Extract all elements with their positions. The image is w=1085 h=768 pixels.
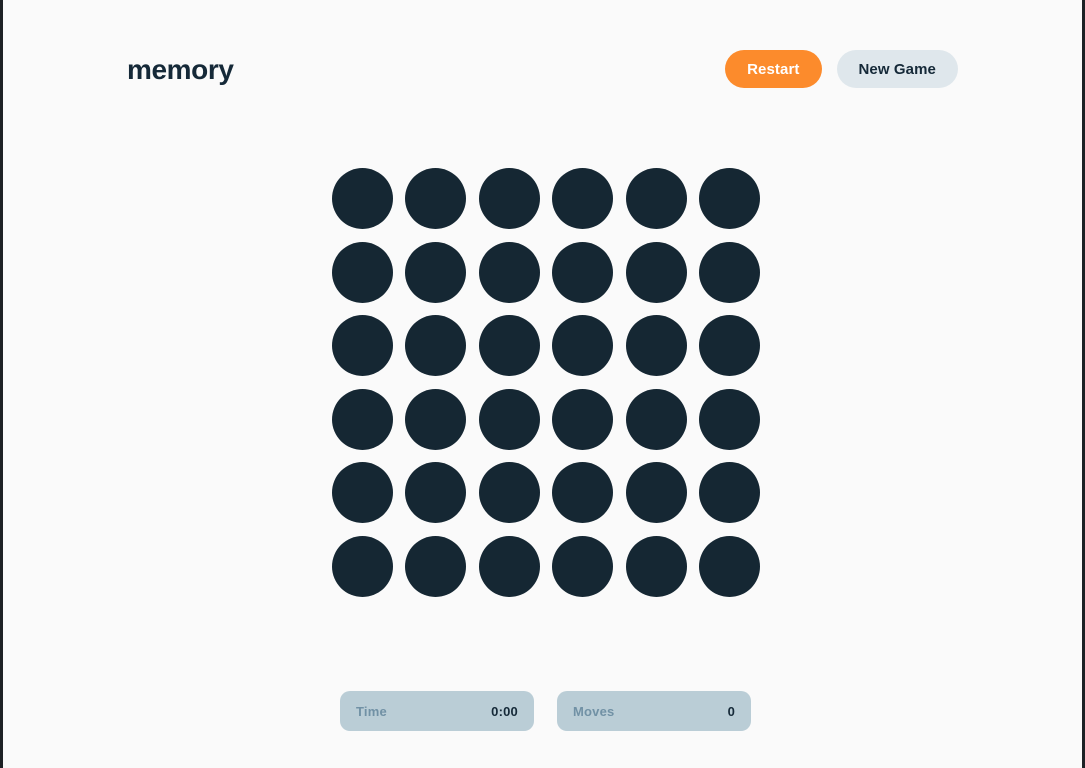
memory-card[interactable] xyxy=(625,168,687,229)
memory-card[interactable] xyxy=(698,535,760,597)
memory-card[interactable] xyxy=(625,535,687,597)
memory-card[interactable] xyxy=(332,241,393,303)
memory-card[interactable] xyxy=(405,168,467,229)
memory-card[interactable] xyxy=(698,462,760,524)
header-action-group: Restart New Game xyxy=(725,50,958,88)
memory-card[interactable] xyxy=(405,241,467,303)
memory-card[interactable] xyxy=(405,388,467,450)
memory-card[interactable] xyxy=(625,315,687,377)
memory-card[interactable] xyxy=(552,241,614,303)
stat-panel-time: Time 0:00 xyxy=(340,691,534,731)
memory-card[interactable] xyxy=(625,462,687,524)
restart-button[interactable]: Restart xyxy=(725,50,822,88)
memory-card[interactable] xyxy=(478,462,540,524)
memory-card[interactable] xyxy=(698,388,760,450)
memory-card[interactable] xyxy=(552,462,614,524)
stat-panel-moves: Moves 0 xyxy=(557,691,751,731)
memory-card[interactable] xyxy=(478,168,540,229)
memory-card[interactable] xyxy=(332,462,393,524)
memory-card[interactable] xyxy=(698,241,760,303)
memory-card[interactable] xyxy=(552,388,614,450)
page-title: memory xyxy=(127,54,234,85)
moves-label: Moves xyxy=(573,703,615,719)
memory-card-grid xyxy=(332,168,760,597)
memory-card[interactable] xyxy=(552,315,614,377)
memory-card[interactable] xyxy=(332,388,393,450)
memory-card[interactable] xyxy=(332,535,393,597)
memory-game-app: memory Restart New Game Time 0:00 Moves … xyxy=(0,0,1085,768)
memory-card[interactable] xyxy=(625,388,687,450)
memory-card[interactable] xyxy=(332,315,393,377)
moves-value: 0 xyxy=(727,703,735,719)
memory-card[interactable] xyxy=(552,535,614,597)
memory-card[interactable] xyxy=(478,388,540,450)
memory-card[interactable] xyxy=(625,241,687,303)
time-label: Time xyxy=(356,703,387,719)
stats-bar: Time 0:00 Moves 0 xyxy=(340,691,751,731)
memory-card[interactable] xyxy=(405,315,467,377)
app-header: memory Restart New Game xyxy=(3,0,1082,140)
new-game-button[interactable]: New Game xyxy=(836,50,958,88)
memory-card[interactable] xyxy=(698,168,760,229)
memory-card[interactable] xyxy=(698,315,760,377)
memory-card[interactable] xyxy=(405,535,467,597)
memory-card[interactable] xyxy=(552,168,614,229)
memory-card[interactable] xyxy=(405,462,467,524)
memory-card[interactable] xyxy=(478,241,540,303)
memory-card[interactable] xyxy=(478,315,540,377)
time-value: 0:00 xyxy=(491,703,518,719)
memory-card[interactable] xyxy=(332,168,393,229)
memory-card[interactable] xyxy=(478,535,540,597)
